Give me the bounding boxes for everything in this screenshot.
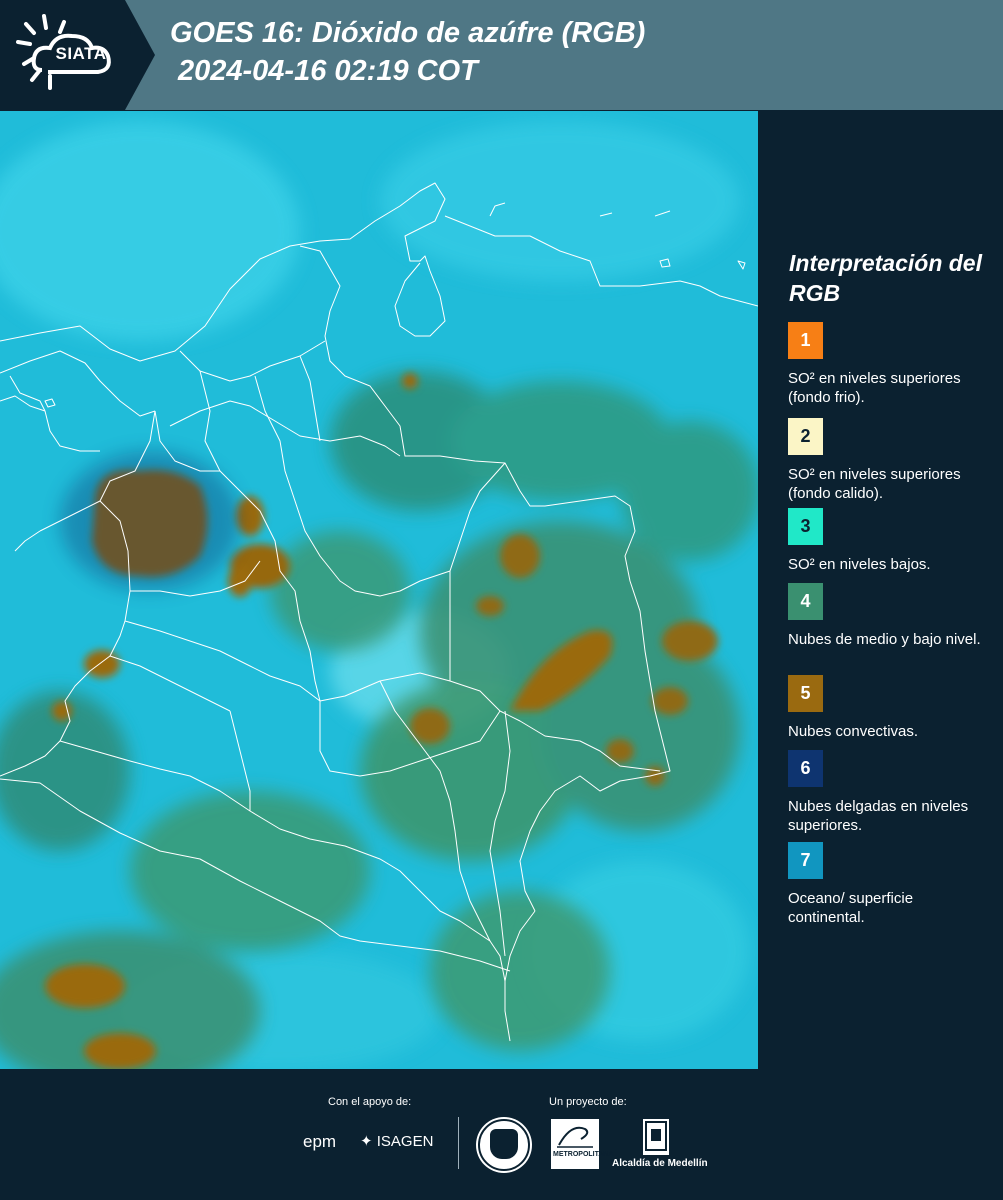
footer-divider: [458, 1117, 459, 1169]
legend-swatch-6: 6: [788, 750, 823, 787]
legend-item-3: 3 SO² en niveles bajos.: [788, 508, 993, 574]
isagen-logo: ✦ ISAGEN: [360, 1132, 433, 1150]
legend-swatch-2: 2: [788, 418, 823, 455]
legend-item-4: 4 Nubes de medio y bajo nivel.: [788, 583, 993, 649]
epm-logo: epm: [303, 1132, 337, 1151]
isagen-text: ISAGEN: [376, 1133, 434, 1150]
legend-desc-5: Nubes convectivas.: [788, 723, 919, 740]
seal-emblem-icon: [490, 1129, 518, 1159]
legend-swatch-7: 7: [788, 842, 823, 879]
legend-item-1: 1 SO² en niveles superiores (fondo frio)…: [788, 322, 993, 407]
legend-title: Interpretación del RGB: [789, 250, 982, 306]
support-label: Con el apoyo de:: [328, 1096, 412, 1108]
area-logo-text: METROPOLITANA: [553, 1151, 614, 1158]
legend-item-6: 6 Nubes delgadas en niveles superiores.: [788, 750, 993, 835]
medellin-seal-logo: [478, 1119, 530, 1171]
header: SIATA GOES 16: Dióxido de azúfre (RGB) 2…: [0, 0, 1003, 110]
legend-item-7: 7 Oceano/ superficie continental.: [788, 842, 993, 927]
legend-swatch-4: 4: [788, 583, 823, 620]
legend-desc-2: SO² en niveles superiores (fondo calido)…: [788, 466, 961, 502]
isagen-icon: ✦: [360, 1133, 373, 1150]
siata-logo-text: SIATA: [55, 44, 107, 63]
legend-desc-3: SO² en niveles bajos.: [788, 556, 931, 573]
legend-desc-1: SO² en niveles superiores (fondo frio).: [788, 370, 961, 406]
siata-logo: SIATA: [0, 0, 155, 110]
title-timestamp: 2024-04-16 02:19 COT: [178, 55, 478, 87]
legend-swatch-5: 5: [788, 675, 823, 712]
legend-desc-7: Oceano/ superficie continental.: [788, 890, 914, 926]
legend-desc-6: Nubes delgadas en niveles superiores.: [788, 798, 969, 834]
alcaldia-crest-icon: [643, 1119, 669, 1155]
title-product: GOES 16: Dióxido de azúfre (RGB): [170, 17, 646, 49]
legend-swatch-1: 1: [788, 322, 823, 359]
legend-item-2: 2 SO² en niveles superiores (fondo calid…: [788, 418, 993, 507]
legend-item-5: 5 Nubes convectivas.: [788, 675, 993, 741]
satellite-map: [0, 111, 758, 1069]
alcaldia-text: Alcaldía de Medellín: [612, 1158, 708, 1169]
legend-desc-4: Nubes de medio y bajo nivel.: [788, 631, 981, 648]
page-title: GOES 16: Dióxido de azúfre (RGB) 2024-04…: [170, 14, 645, 90]
area-metropolitana-logo: [551, 1119, 599, 1169]
legend-swatch-3: 3: [788, 508, 823, 545]
project-label: Un proyecto de:: [549, 1096, 627, 1108]
footer: Con el apoyo de: Un proyecto de: epm ✦ I…: [0, 1069, 1003, 1200]
